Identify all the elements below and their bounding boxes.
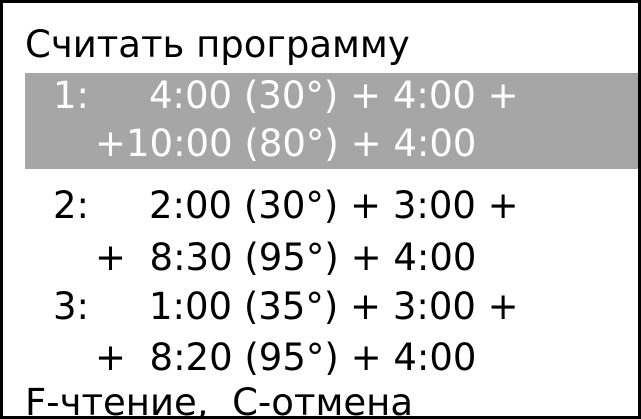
lcd-screen: Считать программу 1: 4:00 (30°) + 4:00 +… [0,0,641,419]
program-steps-line-2: + 8:30 (95°) + 4:00 [95,236,477,279]
footer-hint: F-чтение, С-отмена [25,381,414,419]
screen-title: Считать программу [25,23,410,66]
program-number: 3: [53,285,90,328]
program-number: 1: [53,74,90,117]
program-steps-line-2: + 8:20 (95°) + 4:00 [95,336,477,379]
program-steps-line-1: 4:00 (30°) + 4:00 + [149,74,519,117]
program-steps-line-1: 2:00 (30°) + 3:00 + [149,184,519,227]
program-steps-line-2: +10:00 (80°) + 4:00 [95,122,477,165]
program-number: 2: [53,184,90,227]
program-steps-line-1: 1:00 (35°) + 3:00 + [149,285,519,328]
